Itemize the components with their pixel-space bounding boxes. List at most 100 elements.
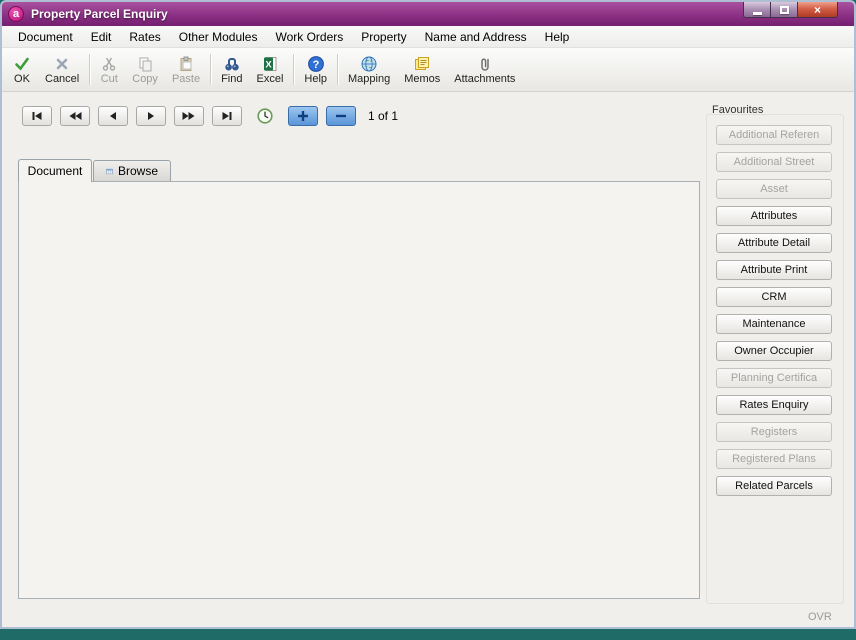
next-page-button[interactable] — [174, 106, 204, 126]
cancel-button[interactable]: Cancel — [38, 50, 86, 89]
title-bar: a Property Parcel Enquiry × — [2, 2, 854, 26]
fav-button-maintenance[interactable]: Maintenance — [716, 314, 832, 334]
menu-item-edit[interactable]: Edit — [82, 27, 121, 47]
fav-button-rates-enquiry[interactable]: Rates Enquiry — [716, 395, 832, 415]
document-panel — [18, 181, 700, 599]
menu-item-work-orders[interactable]: Work Orders — [266, 27, 352, 47]
copy-icon — [136, 54, 154, 73]
next-record-icon — [143, 108, 159, 124]
browse-grid-icon — [106, 164, 113, 179]
excel-button-label: Excel — [256, 73, 283, 85]
fav-button-asset[interactable]: Asset — [716, 179, 832, 199]
mapping-button[interactable]: Mapping — [341, 50, 397, 89]
mapping-button-label: Mapping — [348, 73, 390, 85]
menu-bar: Document Edit Rates Other Modules Work O… — [2, 26, 854, 48]
memos-button-label: Memos — [404, 73, 440, 85]
record-navigation: 1 of 1 — [22, 106, 398, 126]
notes-icon — [413, 54, 431, 73]
tab-browse[interactable]: Browse — [93, 160, 171, 181]
menu-item-document[interactable]: Document — [9, 27, 82, 47]
history-button[interactable] — [250, 106, 280, 126]
menu-item-rates[interactable]: Rates — [120, 27, 169, 47]
previous-page-button[interactable] — [60, 106, 90, 126]
first-record-button[interactable] — [22, 106, 52, 126]
close-button[interactable]: × — [798, 2, 838, 18]
previous-record-icon — [105, 108, 121, 124]
minimize-button[interactable] — [743, 2, 771, 18]
help-button[interactable]: ? Help — [297, 50, 334, 89]
fav-button-related-parcels[interactable]: Related Parcels — [716, 476, 832, 496]
find-button[interactable]: Find — [214, 50, 249, 89]
toolbar-separator — [293, 54, 294, 85]
next-record-button[interactable] — [136, 106, 166, 126]
ok-button-label: OK — [14, 73, 30, 85]
cancel-button-label: Cancel — [45, 73, 79, 85]
paste-icon — [177, 54, 195, 73]
fav-button-planning-certificate[interactable]: Planning Certifica — [716, 368, 832, 388]
attachments-button[interactable]: Attachments — [447, 50, 522, 89]
menu-item-other-modules[interactable]: Other Modules — [170, 27, 267, 47]
add-record-button[interactable] — [288, 106, 318, 126]
binoculars-icon — [223, 54, 241, 73]
menu-item-name-and-address[interactable]: Name and Address — [416, 27, 536, 47]
cut-icon — [100, 54, 118, 73]
maximize-button[interactable] — [771, 2, 798, 18]
help-button-label: Help — [304, 73, 327, 85]
window-title: Property Parcel Enquiry — [31, 7, 168, 21]
minus-icon — [333, 108, 349, 124]
record-position-label: 1 of 1 — [368, 109, 398, 123]
fav-button-crm[interactable]: CRM — [716, 287, 832, 307]
last-record-icon — [219, 108, 235, 124]
paste-button-label: Paste — [172, 73, 200, 85]
app-logo-icon: a — [8, 6, 24, 22]
copy-button-label: Copy — [132, 73, 158, 85]
fav-button-registers[interactable]: Registers — [716, 422, 832, 442]
plus-icon — [295, 108, 311, 124]
cancel-icon — [53, 54, 71, 73]
favourites-title: Favourites — [712, 104, 763, 116]
toolbar: OK Cancel Cut Copy Paste — [2, 48, 854, 92]
globe-icon — [360, 54, 378, 73]
ok-button[interactable]: OK — [6, 50, 38, 89]
help-icon: ? — [307, 54, 325, 73]
svg-text:X: X — [265, 59, 272, 70]
cut-button[interactable]: Cut — [93, 50, 125, 89]
clock-icon — [256, 107, 274, 125]
fav-button-attribute-detail[interactable]: Attribute Detail — [716, 233, 832, 253]
cut-button-label: Cut — [101, 73, 118, 85]
menu-item-help[interactable]: Help — [536, 27, 579, 47]
close-icon: × — [814, 3, 821, 17]
first-record-icon — [29, 108, 45, 124]
menu-item-property[interactable]: Property — [352, 27, 415, 47]
window-controls: × — [743, 2, 838, 18]
minimize-icon — [753, 12, 762, 15]
next-page-icon — [181, 108, 197, 124]
tab-document-label: Document — [28, 164, 83, 178]
fav-button-additional-references[interactable]: Additional Referen — [716, 125, 832, 145]
copy-button[interactable]: Copy — [125, 50, 165, 89]
find-button-label: Find — [221, 73, 242, 85]
excel-icon: X — [261, 54, 279, 73]
memos-button[interactable]: Memos — [397, 50, 447, 89]
fav-button-registered-plans[interactable]: Registered Plans — [716, 449, 832, 469]
maximize-icon — [780, 6, 789, 14]
application-window: a Property Parcel Enquiry × Document Edi… — [0, 0, 856, 629]
previous-page-icon — [67, 108, 83, 124]
excel-button[interactable]: X Excel — [249, 50, 290, 89]
fav-button-additional-street[interactable]: Additional Street — [716, 152, 832, 172]
toolbar-separator — [210, 54, 211, 85]
fav-button-attributes[interactable]: Attributes — [716, 206, 832, 226]
fav-button-owner-occupier[interactable]: Owner Occupier — [716, 341, 832, 361]
tab-browse-label: Browse — [118, 164, 158, 178]
last-record-button[interactable] — [212, 106, 242, 126]
paste-button[interactable]: Paste — [165, 50, 207, 89]
toolbar-separator — [89, 54, 90, 85]
previous-record-button[interactable] — [98, 106, 128, 126]
svg-text:?: ? — [312, 59, 319, 71]
tab-document[interactable]: Document — [18, 159, 92, 182]
fav-button-attribute-print[interactable]: Attribute Print — [716, 260, 832, 280]
paperclip-icon — [476, 54, 494, 73]
delete-record-button[interactable] — [326, 106, 356, 126]
overtype-indicator: OVR — [808, 611, 832, 623]
attachments-button-label: Attachments — [454, 73, 515, 85]
